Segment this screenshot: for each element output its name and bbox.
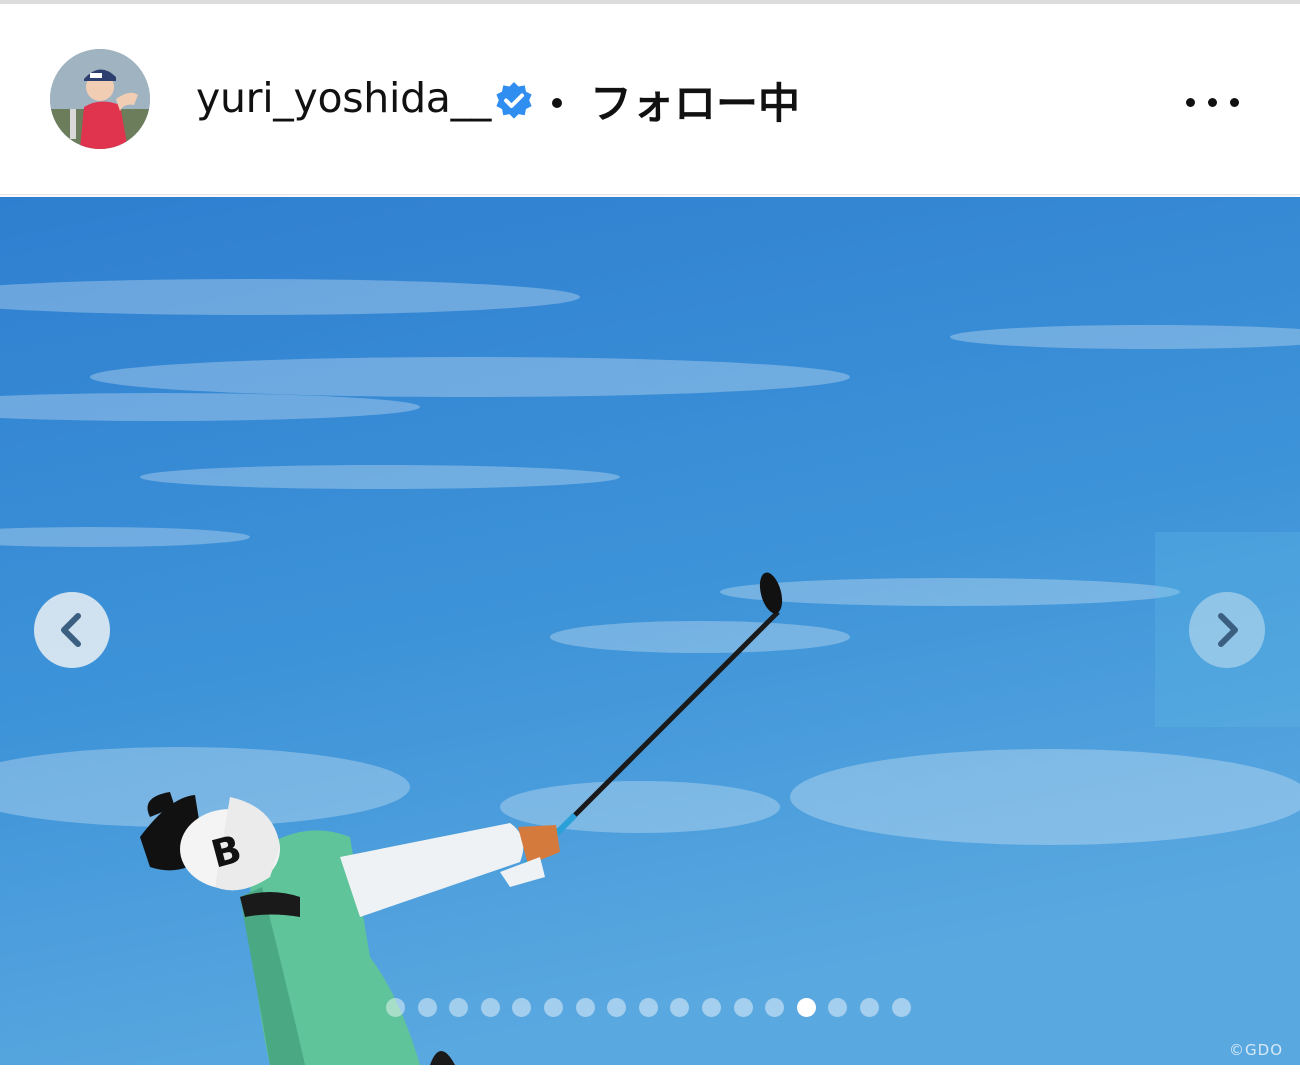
carousel-image[interactable]: B ©GDO: [0, 197, 1300, 1065]
following-button[interactable]: フォロー中: [590, 70, 800, 131]
pagination-dot[interactable]: [796, 998, 816, 1017]
avatar[interactable]: [50, 49, 150, 149]
pagination-dot[interactable]: [702, 998, 721, 1017]
post-header: yuri_yoshida__ フォロー中: [0, 4, 1300, 195]
golfer-photo: B: [0, 197, 1300, 1065]
pagination-dot[interactable]: [733, 998, 753, 1017]
pagination-dot[interactable]: [544, 998, 563, 1017]
pagination-dot[interactable]: [891, 998, 911, 1017]
bottom-area: [0, 1065, 1300, 1090]
avatar-image: [50, 49, 150, 149]
photo-credit: ©GDO: [1229, 1041, 1283, 1059]
verified-badge-icon: [493, 80, 535, 122]
more-options-icon[interactable]: [1182, 88, 1244, 118]
chevron-right-icon[interactable]: [1189, 592, 1265, 668]
username[interactable]: yuri_yoshida__: [196, 74, 491, 122]
pagination-dot[interactable]: [638, 998, 658, 1017]
pagination-dot[interactable]: [860, 998, 879, 1017]
separator-dot: [552, 98, 562, 108]
pagination-dot[interactable]: [386, 998, 405, 1017]
pagination-dot[interactable]: [417, 998, 437, 1017]
pagination-dot[interactable]: [575, 998, 595, 1017]
chevron-left-icon[interactable]: [34, 592, 110, 668]
pagination-dot[interactable]: [480, 998, 500, 1017]
